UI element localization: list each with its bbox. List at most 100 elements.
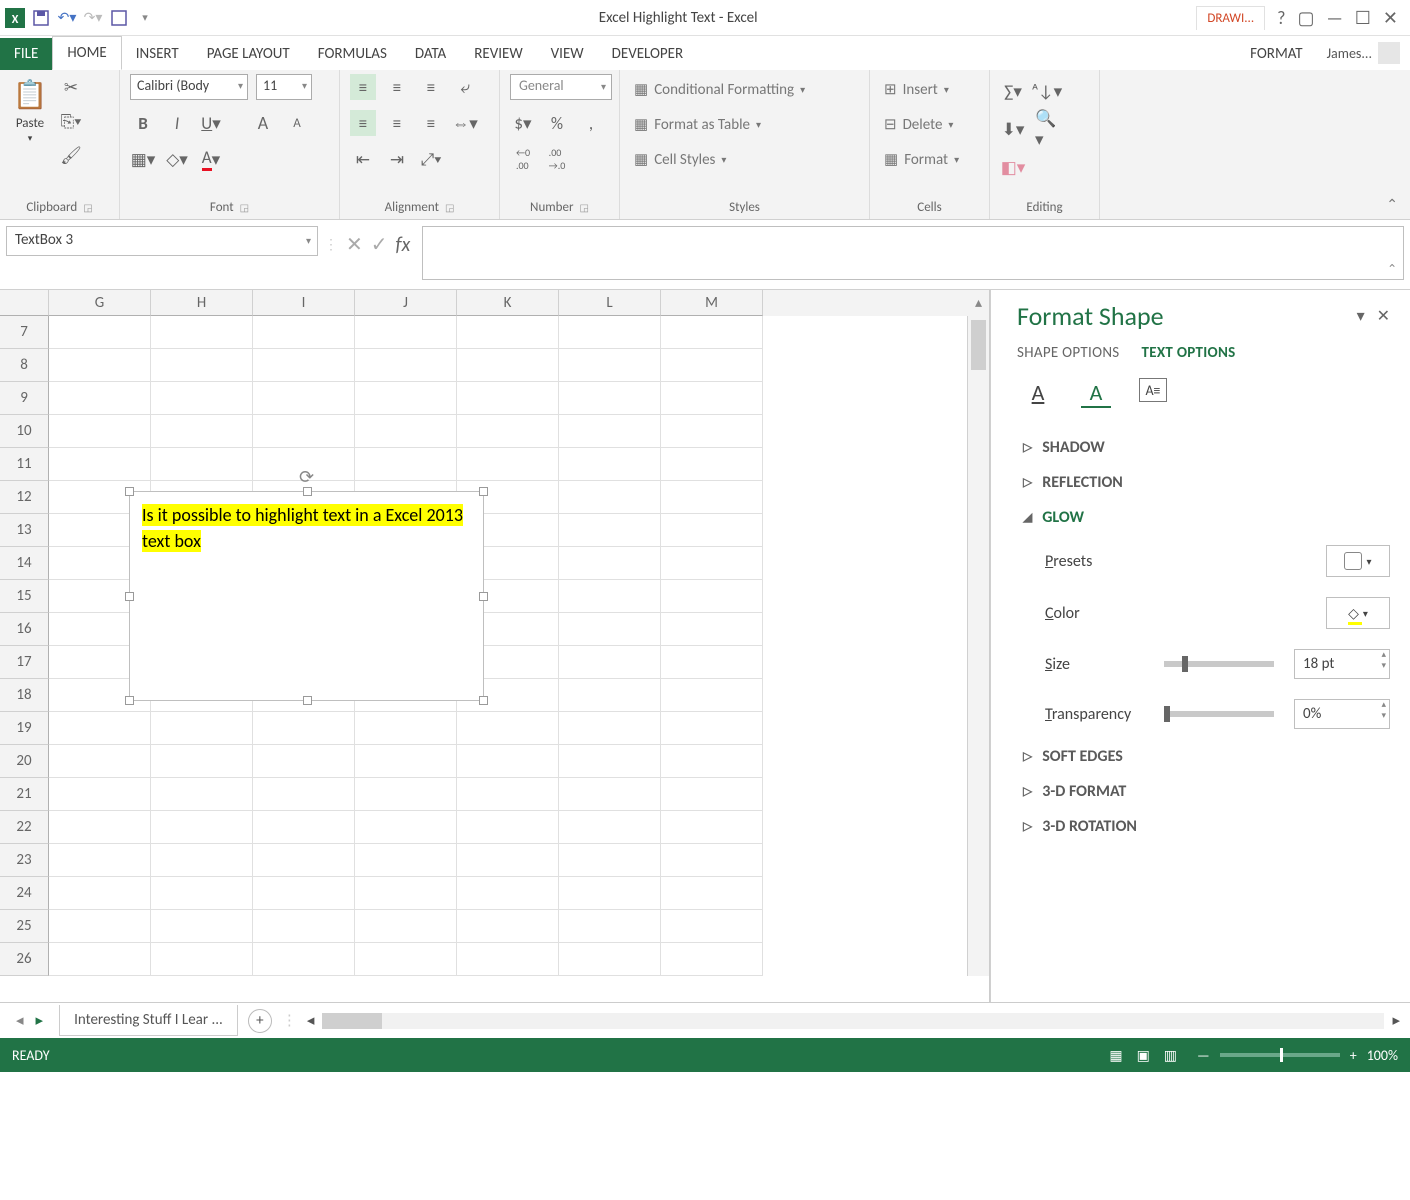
redo-icon[interactable]: ↷▾ bbox=[82, 7, 104, 29]
text-fill-outline-icon[interactable]: A bbox=[1023, 378, 1053, 408]
col-header[interactable]: M bbox=[661, 290, 763, 316]
textbox-shape[interactable]: ⟳ Is it possible to highlight text in a … bbox=[129, 491, 484, 701]
row-header[interactable]: 24 bbox=[0, 877, 49, 910]
row-header[interactable]: 25 bbox=[0, 910, 49, 943]
resize-handle[interactable] bbox=[303, 487, 312, 496]
glow-presets-select[interactable]: ▾ bbox=[1326, 545, 1390, 577]
qat-custom-icon[interactable] bbox=[108, 7, 130, 29]
row-header[interactable]: 16 bbox=[0, 613, 49, 646]
glow-transparency-slider[interactable] bbox=[1164, 711, 1274, 717]
clear-icon[interactable]: ◧▾ bbox=[1000, 154, 1026, 180]
name-box[interactable]: TextBox 3 bbox=[6, 226, 318, 256]
increase-decimal-icon[interactable]: ←0.00 bbox=[510, 146, 536, 172]
row-header[interactable]: 9 bbox=[0, 382, 49, 415]
pane-close-icon[interactable]: ✕ bbox=[1377, 306, 1390, 326]
align-center-icon[interactable]: ≡ bbox=[384, 110, 410, 136]
page-layout-view-icon[interactable]: ▣ bbox=[1137, 1047, 1150, 1064]
sheet-nav-next-icon[interactable]: ▸ bbox=[36, 1011, 44, 1030]
glow-color-select[interactable]: ◇▾ bbox=[1326, 597, 1390, 629]
col-header[interactable]: J bbox=[355, 290, 457, 316]
textbox-text[interactable]: Is it possible to highlight text in a Ex… bbox=[130, 492, 483, 564]
percent-icon[interactable]: % bbox=[544, 110, 570, 136]
font-color-icon[interactable]: A▾ bbox=[198, 146, 224, 172]
col-header[interactable]: H bbox=[151, 290, 253, 316]
tab-home[interactable]: HOME bbox=[52, 36, 121, 70]
fx-icon[interactable]: fx bbox=[396, 233, 411, 257]
undo-icon[interactable]: ↶▾ bbox=[56, 7, 78, 29]
bold-button[interactable]: B bbox=[130, 110, 156, 136]
tab-review[interactable]: REVIEW bbox=[460, 38, 536, 70]
tab-formulas[interactable]: FORMULAS bbox=[304, 38, 401, 70]
section-soft-edges[interactable]: ▷SOFT EDGES bbox=[1017, 739, 1390, 774]
row-header[interactable]: 20 bbox=[0, 745, 49, 778]
row-header[interactable]: 21 bbox=[0, 778, 49, 811]
currency-icon[interactable]: $▾ bbox=[510, 110, 536, 136]
normal-view-icon[interactable]: ▦ bbox=[1109, 1047, 1122, 1064]
font-size-select[interactable]: 11 bbox=[256, 74, 312, 100]
zoom-level[interactable]: 100% bbox=[1367, 1047, 1398, 1064]
row-header[interactable]: 12 bbox=[0, 481, 49, 514]
collapse-ribbon-icon[interactable]: ⌃ bbox=[1374, 190, 1410, 219]
format-cells-button[interactable]: ▦Format▾ bbox=[880, 148, 963, 171]
hscroll-left-icon[interactable]: ◂ bbox=[307, 1011, 315, 1030]
align-top-icon[interactable]: ≡ bbox=[350, 74, 376, 100]
dialog-launcher-icon[interactable]: ◲ bbox=[240, 201, 249, 214]
shrink-font-icon[interactable]: A bbox=[284, 110, 310, 136]
page-break-view-icon[interactable]: ▥ bbox=[1164, 1047, 1177, 1064]
col-header[interactable]: I bbox=[253, 290, 355, 316]
sort-filter-icon[interactable]: ᴬ↓▾ bbox=[1034, 78, 1060, 104]
tab-developer[interactable]: DEVELOPER bbox=[598, 38, 698, 70]
row-header[interactable]: 14 bbox=[0, 547, 49, 580]
pane-menu-icon[interactable]: ▾ bbox=[1357, 306, 1365, 326]
help-icon[interactable]: ? bbox=[1277, 7, 1285, 29]
dialog-launcher-icon[interactable]: ◲ bbox=[83, 201, 92, 214]
row-header[interactable]: 22 bbox=[0, 811, 49, 844]
close-icon[interactable]: ✕ bbox=[1383, 7, 1398, 29]
qat-more-icon[interactable]: ▾ bbox=[134, 7, 156, 29]
row-header[interactable]: 26 bbox=[0, 943, 49, 976]
enter-formula-icon[interactable]: ✓ bbox=[371, 232, 388, 257]
paste-button[interactable]: 📋 Paste ▾ bbox=[10, 74, 50, 144]
text-options-tab[interactable]: TEXT OPTIONS bbox=[1142, 344, 1236, 362]
minimize-icon[interactable]: — bbox=[1326, 7, 1342, 29]
row-header[interactable]: 7 bbox=[0, 316, 49, 349]
number-format-select[interactable]: General bbox=[510, 74, 612, 100]
merge-center-icon[interactable]: ⇔▾ bbox=[452, 110, 478, 136]
resize-handle[interactable] bbox=[479, 592, 488, 601]
formula-input[interactable]: ⌄ bbox=[422, 226, 1404, 280]
fill-color-icon[interactable]: ◇▾ bbox=[164, 146, 190, 172]
section-reflection[interactable]: ▷REFLECTION bbox=[1017, 465, 1390, 500]
user-account[interactable]: James... bbox=[1317, 36, 1410, 70]
row-header[interactable]: 8 bbox=[0, 349, 49, 382]
delete-cells-button[interactable]: ⊟Delete▾ bbox=[880, 113, 957, 136]
sheet-nav-prev-icon[interactable]: ◂ bbox=[16, 1011, 24, 1030]
tab-page-layout[interactable]: PAGE LAYOUT bbox=[193, 38, 304, 70]
tab-view[interactable]: VIEW bbox=[537, 38, 598, 70]
align-bottom-icon[interactable]: ≡ bbox=[418, 74, 444, 100]
align-right-icon[interactable]: ≡ bbox=[418, 110, 444, 136]
align-middle-icon[interactable]: ≡ bbox=[384, 74, 410, 100]
resize-handle[interactable] bbox=[303, 696, 312, 705]
row-header[interactable]: 15 bbox=[0, 580, 49, 613]
row-header[interactable]: 10 bbox=[0, 415, 49, 448]
row-header[interactable]: 19 bbox=[0, 712, 49, 745]
grow-font-icon[interactable]: A bbox=[250, 110, 276, 136]
expand-formula-icon[interactable]: ⌄ bbox=[1387, 260, 1397, 275]
row-header[interactable]: 23 bbox=[0, 844, 49, 877]
autosum-icon[interactable]: ∑▾ bbox=[1000, 78, 1026, 104]
format-as-table-button[interactable]: ▦Format as Table▾ bbox=[630, 113, 765, 136]
wrap-text-icon[interactable]: ⤶ bbox=[452, 74, 478, 100]
sheet-tab[interactable]: Interesting Stuff I Lear ... bbox=[59, 1005, 238, 1036]
textbox-layout-icon[interactable]: A≡ bbox=[1139, 378, 1167, 402]
cancel-formula-icon[interactable]: ✕ bbox=[346, 232, 363, 257]
maximize-icon[interactable]: ☐ bbox=[1355, 7, 1371, 29]
hscroll-right-icon[interactable]: ▸ bbox=[1392, 1011, 1400, 1030]
horizontal-scrollbar[interactable] bbox=[322, 1013, 1384, 1029]
borders-icon[interactable]: ▦▾ bbox=[130, 146, 156, 172]
decrease-decimal-icon[interactable]: .00→.0 bbox=[544, 146, 570, 172]
resize-handle[interactable] bbox=[479, 487, 488, 496]
copy-icon[interactable]: ⎘▾ bbox=[58, 108, 84, 134]
section-shadow[interactable]: ▷SHADOW bbox=[1017, 430, 1390, 465]
tab-insert[interactable]: INSERT bbox=[122, 38, 193, 70]
tab-data[interactable]: DATA bbox=[401, 38, 460, 70]
